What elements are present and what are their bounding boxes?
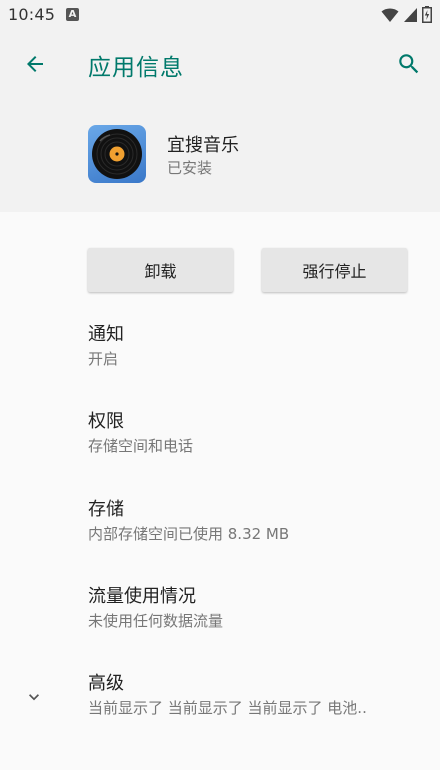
wifi-icon — [381, 8, 399, 22]
settings-item-title: 流量使用情况 — [88, 586, 196, 607]
settings-item-subtitle: 开启 — [88, 350, 119, 368]
arrow-left-icon — [27, 56, 43, 72]
status-bar: 10:45 A — [0, 0, 440, 30]
settings-item-permissions[interactable]: 权限 存储空间和电话 — [88, 410, 418, 457]
settings-item-data-usage[interactable]: 流量使用情况 未使用任何数据流量 — [88, 585, 418, 632]
settings-item-subtitle: 未使用任何数据流量 — [88, 612, 224, 630]
settings-item-storage[interactable]: 存储 内部存储空间已使用 8.32 MB — [88, 498, 418, 545]
app-info-screen: 10:45 A 应用信息 宜搜音乐 已安装 卸载 强行停止 通知 开启 权限 存… — [0, 0, 440, 770]
settings-item-title: 通知 — [88, 324, 124, 345]
app-install-status: 已安装 — [167, 159, 213, 177]
settings-item-title: 存储 — [88, 499, 124, 520]
search-icon — [399, 54, 419, 74]
back-button[interactable] — [20, 49, 50, 79]
search-button[interactable] — [394, 49, 424, 79]
settings-item-subtitle: 当前显示了 当前显示了 当前显示了 电池.. — [88, 699, 367, 717]
status-time: 10:45 — [8, 5, 56, 24]
battery-icon — [422, 6, 432, 23]
app-icon — [88, 125, 146, 183]
force-stop-button[interactable]: 强行停止 — [262, 248, 407, 292]
chevron-down-icon — [29, 694, 39, 701]
notification-icon: A — [66, 8, 79, 21]
settings-item-subtitle: 存储空间和电话 — [88, 437, 194, 455]
settings-item-subtitle: 内部存储空间已使用 8.32 MB — [88, 525, 290, 543]
page-title: 应用信息 — [88, 55, 184, 81]
settings-item-title: 权限 — [88, 411, 124, 432]
expand-advanced-button[interactable] — [22, 685, 46, 709]
signal-icon — [404, 7, 417, 22]
settings-item-title: 高级 — [88, 673, 124, 694]
app-name: 宜搜音乐 — [167, 135, 239, 156]
status-icons — [381, 6, 432, 23]
settings-item-advanced[interactable]: 高级 当前显示了 当前显示了 当前显示了 电池.. — [88, 672, 418, 719]
vinyl-record-icon — [92, 129, 142, 179]
uninstall-button[interactable]: 卸载 — [88, 248, 233, 292]
notification-letter: A — [68, 8, 77, 20]
settings-item-notifications[interactable]: 通知 开启 — [88, 323, 418, 370]
app-header: 应用信息 宜搜音乐 已安装 — [0, 30, 440, 212]
